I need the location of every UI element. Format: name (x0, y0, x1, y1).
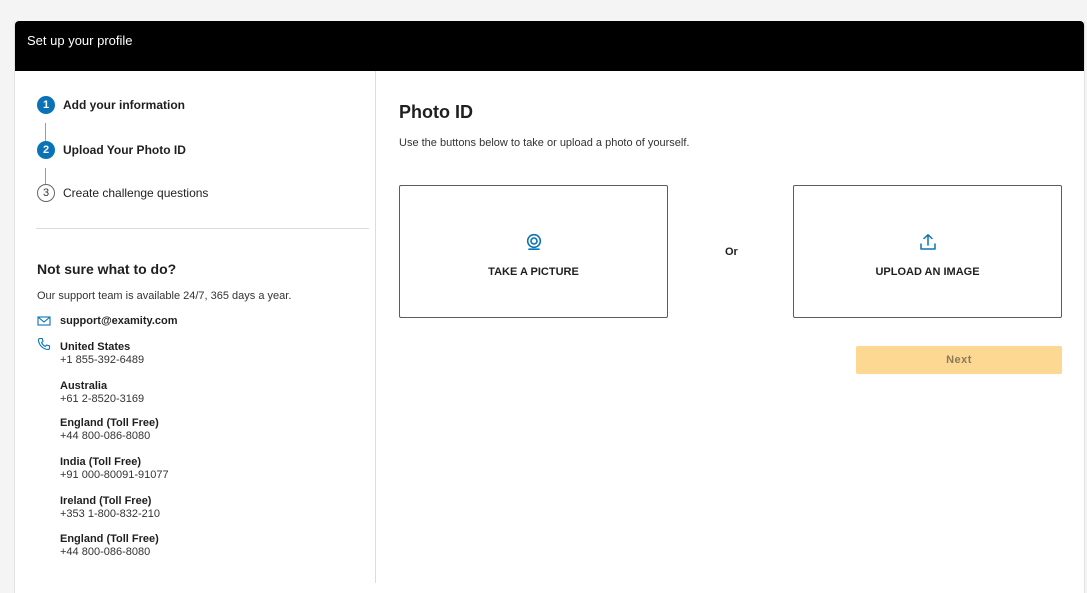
contact-country: England (Toll Free) (60, 417, 159, 429)
header-title: Set up your profile (27, 33, 133, 48)
contact-country: Australia (60, 380, 108, 392)
upload-icon (919, 234, 936, 250)
support-email-link[interactable]: support@examity.com (60, 315, 178, 327)
profile-setup-card: Set up your profile 1 Add your informati… (14, 21, 1085, 593)
step-label: Add your information (63, 98, 185, 112)
left-panel: 1 Add your information 2 Upload Your Pho… (15, 71, 376, 583)
page-subtitle: Use the buttons below to take or upload … (399, 137, 690, 149)
contact-entry: India (Toll Free) +91 000-80091-91077 (60, 456, 169, 482)
upload-image-label: UPLOAD AN IMAGE (875, 266, 980, 278)
or-separator: Or (725, 246, 738, 258)
divider (36, 228, 369, 229)
contact-entry: Ireland (Toll Free) +353 1-800-832-210 (60, 495, 160, 521)
take-picture-button[interactable]: TAKE A PICTURE (399, 185, 668, 318)
contact-entry: Australia +61 2-8520-3169 (60, 380, 144, 406)
header-bar: Set up your profile (15, 21, 1084, 71)
contact-country: Ireland (Toll Free) (60, 495, 152, 507)
step-upload-photo-id[interactable]: 2 Upload Your Photo ID (37, 141, 186, 159)
step-add-information[interactable]: 1 Add your information (37, 96, 185, 114)
contact-entry: United States +1 855-392-6489 (60, 341, 144, 367)
contact-phone[interactable]: +61 2-8520-3169 (60, 393, 144, 406)
main-panel: Photo ID Use the buttons below to take o… (377, 71, 1086, 583)
help-title: Not sure what to do? (37, 261, 177, 277)
step-label: Create challenge questions (63, 186, 209, 200)
contact-phone[interactable]: +1 855-392-6489 (60, 354, 144, 367)
next-button[interactable]: Next (856, 346, 1062, 374)
webcam-icon (526, 233, 541, 251)
contact-country: England (Toll Free) (60, 533, 159, 545)
help-subtitle: Our support team is available 24/7, 365 … (37, 290, 292, 302)
contact-entry: England (Toll Free) +44 800-086-8080 (60, 533, 159, 559)
step-challenge-questions[interactable]: 3 Create challenge questions (37, 184, 208, 202)
phone-icon (37, 337, 51, 351)
contact-country: India (Toll Free) (60, 456, 142, 468)
contact-country: United States (60, 341, 131, 353)
take-picture-label: TAKE A PICTURE (488, 266, 579, 278)
contact-phone[interactable]: +44 800-086-8080 (60, 546, 159, 559)
step-number-badge: 2 (37, 141, 55, 159)
step-label: Upload Your Photo ID (63, 143, 186, 157)
upload-image-button[interactable]: UPLOAD AN IMAGE (793, 185, 1062, 318)
mail-icon (37, 316, 51, 326)
step-number-badge: 3 (37, 184, 55, 202)
contact-phone[interactable]: +353 1-800-832-210 (60, 508, 160, 521)
page-title: Photo ID (399, 102, 473, 122)
step-number-badge: 1 (37, 96, 55, 114)
contact-phone[interactable]: +44 800-086-8080 (60, 430, 159, 443)
contact-entry: England (Toll Free) +44 800-086-8080 (60, 417, 159, 443)
contact-phone[interactable]: +91 000-80091-91077 (60, 469, 169, 482)
